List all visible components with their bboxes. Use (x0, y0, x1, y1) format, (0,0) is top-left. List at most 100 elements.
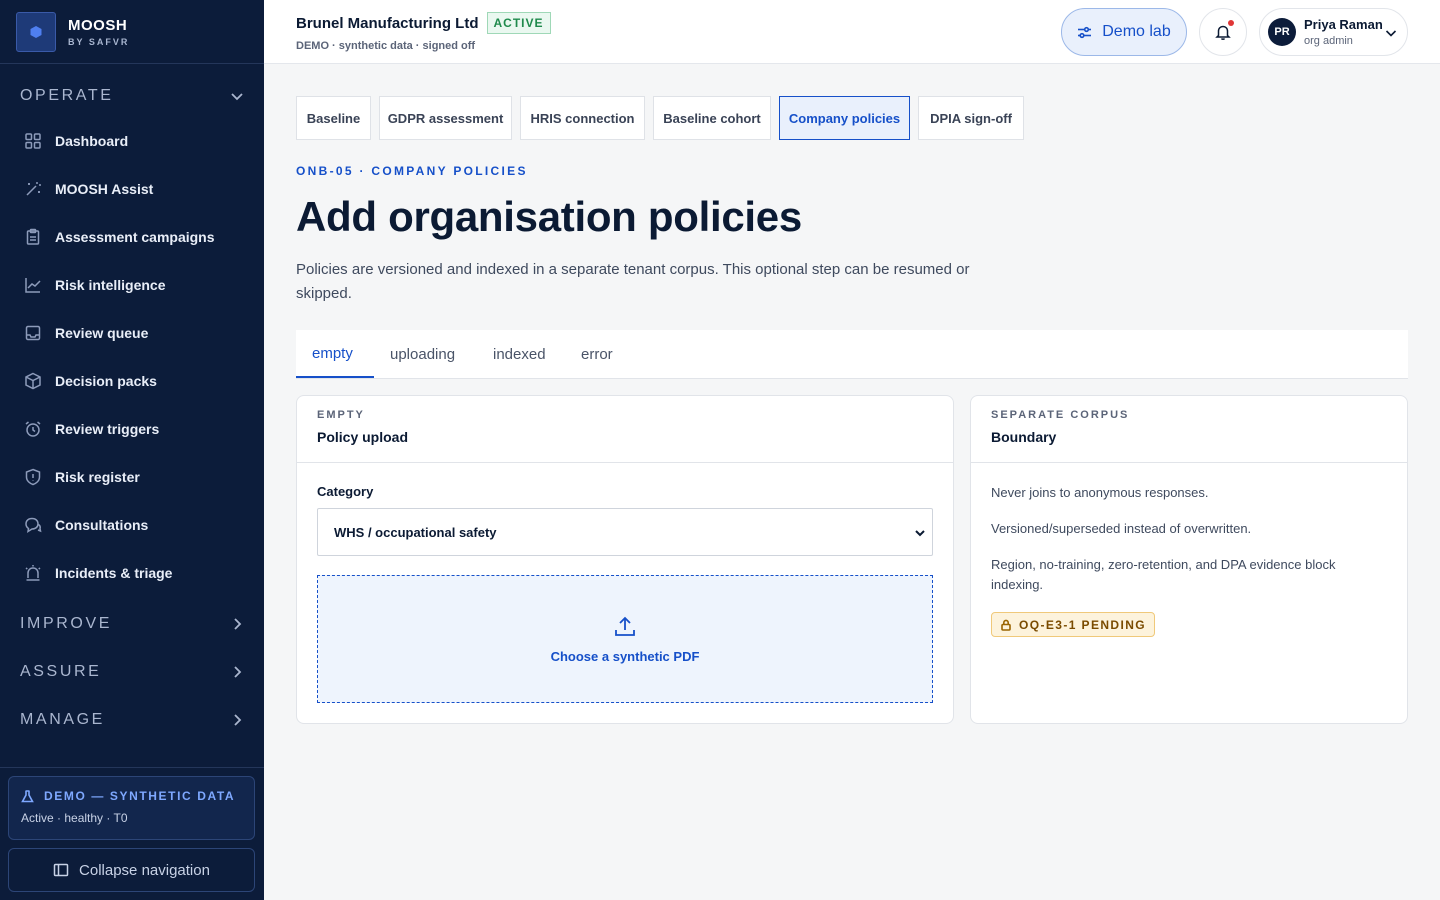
brand[interactable]: MOOSH BY SAFVR (0, 0, 264, 64)
package-icon (24, 372, 42, 390)
sidebar-item-label: MOOSH Assist (55, 181, 154, 197)
siren-icon (24, 564, 42, 582)
step-dpia-sign-off[interactable]: DPIA sign-off (918, 96, 1024, 140)
sidebar-item-label: Decision packs (55, 373, 157, 389)
brand-logo-icon (16, 11, 56, 52)
demo-lab-button[interactable]: Demo lab (1061, 8, 1187, 56)
user-role: org admin (1304, 35, 1353, 47)
category-select[interactable]: WHS / occupational safety (317, 508, 933, 556)
chevron-down-icon (915, 530, 925, 537)
sidebar-item-review-triggers[interactable]: Review triggers (0, 405, 264, 453)
org-status-badge: ACTIVE (486, 12, 551, 34)
boundary-line: Versioned/superseded instead of overwrit… (991, 521, 1252, 536)
demo-lab-label: Demo lab (1102, 23, 1171, 40)
sidebar-item-consultations[interactable]: Consultations (0, 501, 264, 549)
grid-icon (24, 132, 42, 150)
sidebar-item-label: Assessment campaigns (55, 229, 215, 245)
category-selected-value: WHS / occupational safety (334, 524, 497, 540)
sliders-icon (1078, 26, 1092, 38)
card-title: Policy upload (317, 429, 409, 445)
pending-status-badge: OQ-E3-1 PENDING (991, 612, 1156, 637)
avatar: PR (1268, 18, 1296, 46)
collapse-navigation-label: Collapse navigation (79, 861, 210, 879)
page-title: Add organisation policies (296, 193, 802, 240)
magic-wand-icon (24, 180, 42, 198)
section-improve[interactable]: IMPROVE (0, 600, 264, 648)
boundary-line: Never joins to anonymous responses. (991, 485, 1209, 500)
demo-status-text: Active · healthy · T0 (21, 811, 128, 825)
card-title: Boundary (991, 429, 1057, 445)
card-kicker: SEPARATE CORPUS (991, 409, 1130, 421)
brand-sub: BY SAFVR (68, 36, 130, 47)
org-info: Brunel Manufacturing Ltd ACTIVE DEMO · s… (296, 12, 551, 52)
upload-icon (615, 616, 635, 636)
sidebar-divider (0, 767, 264, 768)
step-baseline[interactable]: Baseline (296, 96, 371, 140)
chat-bubbles-icon (24, 516, 42, 534)
sidebar-item-label: Dashboard (55, 133, 129, 149)
clipboard-icon (24, 228, 42, 246)
sidebar: MOOSH BY SAFVR OPERATE Dashboard MOOSH A… (0, 0, 264, 900)
boundary-card: SEPARATE CORPUS Boundary Never joins to … (970, 395, 1408, 724)
policy-upload-card: EMPTY Policy upload Category WHS / occup… (296, 395, 954, 724)
sidebar-item-decision-packs[interactable]: Decision packs (0, 357, 264, 405)
tab-uploading[interactable]: uploading (390, 330, 455, 378)
chevron-down-icon (231, 93, 243, 101)
tab-empty[interactable]: empty (296, 330, 374, 378)
demo-status-title: DEMO — SYNTHETIC DATA (44, 789, 236, 803)
collapse-navigation-button[interactable]: Collapse navigation (8, 848, 255, 892)
section-label: MANAGE (20, 711, 105, 728)
alarm-clock-icon (24, 420, 42, 438)
chevron-right-icon (234, 666, 242, 678)
step-gdpr-assessment[interactable]: GDPR assessment (379, 96, 512, 140)
step-company-policies[interactable]: Company policies (779, 96, 910, 140)
notifications-button[interactable] (1199, 8, 1247, 56)
chevron-down-icon (1385, 30, 1397, 37)
pending-status-text: OQ-E3-1 PENDING (1019, 617, 1147, 632)
org-name: Brunel Manufacturing Ltd (296, 14, 479, 32)
choose-pdf-link[interactable]: Choose a synthetic PDF (551, 649, 700, 664)
tab-error[interactable]: error (581, 330, 613, 378)
shield-icon (24, 468, 42, 486)
step-baseline-cohort[interactable]: Baseline cohort (653, 96, 771, 140)
sidebar-item-label: Risk register (55, 469, 140, 485)
sidebar-item-dashboard[interactable]: Dashboard (0, 117, 264, 165)
section-manage[interactable]: MANAGE (0, 696, 264, 744)
lock-icon (1001, 619, 1011, 631)
trend-chart-icon (24, 276, 42, 294)
notification-dot (1228, 20, 1234, 26)
sidebar-item-moosh-assist[interactable]: MOOSH Assist (0, 165, 264, 213)
chevron-right-icon (234, 714, 242, 726)
sidebar-item-label: Review triggers (55, 421, 160, 437)
category-label: Category (317, 484, 374, 499)
page-description: Policies are versioned and indexed in a … (296, 261, 970, 302)
chevron-right-icon (234, 618, 242, 630)
sidebar-item-assessment-campaigns[interactable]: Assessment campaigns (0, 213, 264, 261)
sidebar-item-label: Consultations (55, 517, 149, 533)
user-menu-button[interactable]: PR Priya Raman org admin (1259, 8, 1408, 56)
sidebar-item-review-queue[interactable]: Review queue (0, 309, 264, 357)
top-bar: Brunel Manufacturing Ltd ACTIVE DEMO · s… (264, 0, 1440, 64)
sidebar-item-risk-register[interactable]: Risk register (0, 453, 264, 501)
card-kicker: EMPTY (317, 409, 365, 421)
sidebar-item-label: Incidents & triage (55, 565, 173, 581)
step-hris-connection[interactable]: HRIS connection (520, 96, 645, 140)
flask-icon (21, 789, 34, 802)
sidebar-panel-icon (53, 863, 69, 877)
section-label: OPERATE (20, 87, 114, 104)
state-tabs: empty uploading indexed error (296, 330, 1408, 379)
section-assure[interactable]: ASSURE (0, 648, 264, 696)
section-operate[interactable]: OPERATE (0, 72, 264, 120)
pdf-dropzone[interactable]: Choose a synthetic PDF (317, 575, 933, 703)
sidebar-item-incidents-triage[interactable]: Incidents & triage (0, 549, 264, 597)
org-subtitle: DEMO · synthetic data · signed off (296, 40, 476, 52)
brand-name: MOOSH (68, 16, 128, 34)
tab-indexed[interactable]: indexed (493, 330, 546, 378)
boundary-line: Region, no-training, zero-retention, and… (991, 557, 1336, 592)
demo-status-panel[interactable]: DEMO — SYNTHETIC DATA Active · healthy ·… (8, 776, 255, 840)
user-name: Priya Raman (1304, 17, 1383, 32)
sidebar-item-label: Risk intelligence (55, 277, 166, 293)
sidebar-item-risk-intelligence[interactable]: Risk intelligence (0, 261, 264, 309)
section-label: IMPROVE (20, 615, 112, 632)
inbox-icon (24, 324, 42, 342)
